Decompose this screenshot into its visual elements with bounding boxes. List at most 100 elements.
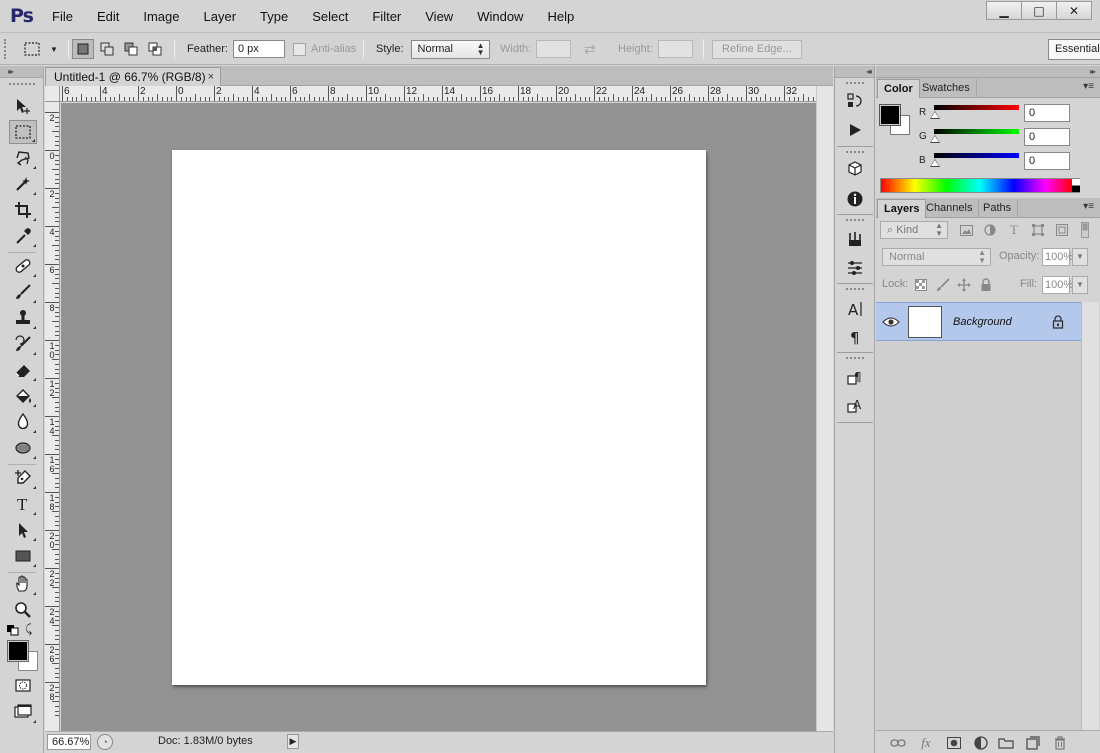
filter-smart-object-icon[interactable] [1055,223,1069,237]
status-info-icon[interactable]: ◔ [97,734,113,750]
dodge-tool-icon[interactable] [9,436,37,460]
menu-filter[interactable]: Filter [360,0,413,33]
blue-value-input[interactable]: 0 [1024,152,1070,170]
menu-file[interactable]: File [40,0,85,33]
screen-mode-icon[interactable] [9,700,37,724]
history-panel-icon[interactable] [843,90,867,112]
panel-menu-icon[interactable]: ▾≡ [1083,201,1094,212]
dock-collapse-button[interactable]: ◂◂ [835,66,874,78]
blue-slider[interactable] [934,153,1019,158]
dock-grip[interactable] [846,288,864,291]
trash-icon[interactable] [1052,735,1068,750]
dock-grip[interactable] [846,357,864,360]
pen-tool-icon[interactable] [9,466,37,490]
antialias-checkbox[interactable] [293,42,306,56]
filter-type-icon[interactable]: T [1007,222,1021,237]
toolbar-grip[interactable] [8,83,35,86]
filter-pixel-icon[interactable] [959,223,973,237]
pasteboard[interactable] [61,103,816,731]
filter-adjustment-icon[interactable] [983,223,997,237]
close-tab-icon[interactable]: × [208,68,214,86]
fill-input[interactable]: 100% [1042,276,1073,294]
vertical-scrollbar[interactable] [816,86,833,731]
red-slider-handle[interactable] [930,111,940,119]
paint-bucket-tool-icon[interactable] [9,384,37,408]
character-panel-icon[interactable]: A [843,298,867,320]
filter-toggle-switch[interactable] [1080,222,1090,238]
eyedropper-tool-icon[interactable] [9,224,37,248]
vertical-ruler[interactable]: 20246810121416182022242628 [45,102,60,731]
panels-expand-button[interactable]: ▸▸ [876,66,1100,78]
blur-tool-icon[interactable] [9,410,37,434]
red-value-input[interactable]: 0 [1024,104,1070,122]
toolbar-collapse-button[interactable]: ▸▸ [0,66,43,78]
fill-dropdown-icon[interactable]: ▼ [1072,276,1088,294]
blue-slider-handle[interactable] [930,159,940,167]
lock-position-icon[interactable] [957,278,971,292]
tab-swatches[interactable]: Swatches [916,79,977,98]
workspace-switcher[interactable]: Essentials [1048,39,1100,60]
menu-type[interactable]: Type [248,0,300,33]
ruler-origin[interactable] [45,86,60,102]
default-colors-icon[interactable] [6,624,20,636]
quick-select-tool-icon[interactable] [9,172,37,196]
eye-icon[interactable] [882,315,900,329]
style-select[interactable]: Normal ▲ ▼ [410,39,490,59]
info-panel-icon[interactable] [843,188,867,210]
opacity-dropdown-icon[interactable]: ▼ [1072,248,1088,266]
actions-panel-icon[interactable] [843,119,867,141]
foreground-color-swatch[interactable] [7,640,38,671]
new-selection-button[interactable] [72,39,94,59]
opacity-input[interactable]: 100% [1042,248,1073,266]
document-canvas[interactable] [172,150,706,685]
refine-edge-button[interactable]: Refine Edge... [712,39,802,59]
layer-kind-filter[interactable]: ⌕ Kind ▲ ▼ [880,221,948,239]
intersect-selection-button[interactable] [144,39,166,59]
hand-tool-icon[interactable] [9,572,37,596]
panel-menu-icon[interactable]: ▾≡ [1083,81,1094,92]
type-tool-icon[interactable]: T [9,492,37,516]
fx-icon[interactable]: fx [918,735,934,750]
tab-color[interactable]: Color [877,79,920,98]
dock-grip[interactable] [846,82,864,85]
dock-grip[interactable] [846,151,864,154]
brush-tool-icon[interactable] [9,280,37,304]
new-layer-icon[interactable] [1025,735,1041,750]
red-slider[interactable] [934,105,1019,110]
lock-transparent-icon[interactable] [914,278,928,292]
tab-channels[interactable]: Channels [920,199,980,218]
black-white-ramp[interactable] [1072,179,1080,192]
height-input[interactable] [657,40,693,58]
layer-name[interactable]: Background [953,316,1012,328]
lock-all-icon[interactable] [979,278,993,292]
3d-panel-icon[interactable] [843,158,867,180]
close-button[interactable]: ✕ [1056,1,1092,20]
lock-pixels-icon[interactable] [936,278,950,292]
swap-colors-icon[interactable]: ⤹ [25,623,39,637]
filter-shape-icon[interactable] [1031,223,1045,237]
lock-icon[interactable] [1052,315,1064,329]
menu-help[interactable]: Help [535,0,586,33]
document-tab[interactable]: Untitled-1 @ 66.7% (RGB/8) × [45,67,221,86]
subtract-from-selection-button[interactable] [120,39,142,59]
lasso-tool-icon[interactable] [9,146,37,170]
quick-mask-icon[interactable] [9,673,37,697]
healing-brush-tool-icon[interactable] [9,254,37,278]
menu-select[interactable]: Select [300,0,360,33]
swap-icon[interactable]: ⇄ [584,41,596,58]
add-to-selection-button[interactable] [96,39,118,59]
tool-preset-picker[interactable]: ▼ [22,39,66,59]
tab-paths[interactable]: Paths [977,199,1019,218]
green-slider[interactable] [934,129,1019,134]
restore-button[interactable]: □ [1021,1,1057,20]
foreground-color-swatch[interactable] [879,104,901,126]
zoom-level-input[interactable]: 66.67% [47,734,91,750]
color-spectrum-bar[interactable] [880,178,1080,193]
layers-scrollbar[interactable] [1081,302,1099,730]
layer-row-background[interactable]: Background [876,302,1081,341]
foreground-color-chip[interactable] [7,640,29,662]
menu-layer[interactable]: Layer [192,0,249,33]
menu-window[interactable]: Window [465,0,535,33]
menu-image[interactable]: Image [131,0,191,33]
move-tool-icon[interactable] [9,94,37,118]
